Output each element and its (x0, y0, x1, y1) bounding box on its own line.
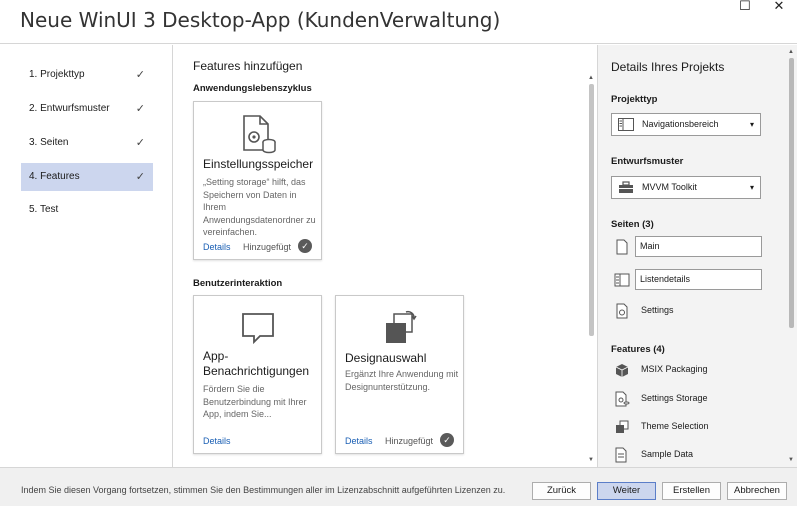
feature-name: Sample Data (641, 449, 694, 459)
feature-item-sample-data: Sample Data (611, 444, 763, 466)
added-check-icon: ✓ (298, 239, 312, 253)
added-label: Hinzugefügt (385, 436, 434, 446)
added-check-icon: ✓ (440, 433, 454, 447)
settings-storage-icon (243, 115, 276, 154)
step-seiten[interactable]: 3. Seiten ✓ (21, 129, 153, 157)
design-pattern-value: MVVM Toolkit (642, 182, 697, 192)
features-scrollbar[interactable]: ▲ ▼ (586, 72, 596, 464)
page-item-main: Main (611, 236, 763, 258)
page-name-input[interactable]: Listendetails (635, 269, 762, 290)
scroll-up-icon[interactable]: ▲ (586, 74, 596, 82)
maximize-icon[interactable]: ☐ (728, 0, 762, 14)
back-button[interactable]: Zurück (532, 482, 591, 500)
next-button[interactable]: Weiter (597, 482, 656, 500)
details-heading: Details Ihres Projekts (611, 60, 725, 74)
page-name: Settings (641, 305, 674, 315)
page-item-settings: Settings (611, 300, 763, 322)
scroll-up-icon[interactable]: ▲ (786, 48, 796, 56)
feature-card-einstellungsspeicher[interactable]: Einstellungsspeicher „Setting storage“ h… (193, 101, 322, 260)
step-projekttyp[interactable]: 1. Projekttyp ✓ (21, 61, 153, 89)
step-test[interactable]: 5. Test (21, 196, 153, 224)
feature-card-designauswahl[interactable]: Designauswahl Ergänzt Ihre Anwendung mit… (335, 295, 464, 454)
package-icon (615, 364, 629, 377)
details-link[interactable]: Details (345, 436, 373, 446)
settings-page-icon (616, 303, 628, 319)
step-label: 1. Projekttyp (29, 69, 85, 80)
project-details-panel: Details Ihres Projekts Projekttyp Naviga… (597, 45, 797, 467)
card-description: Fördern Sie die Benutzerbindung mit Ihre… (203, 384, 307, 419)
navigation-pane-icon (618, 118, 634, 131)
blank-page-icon (616, 239, 628, 255)
theme-selection-icon (616, 420, 629, 433)
check-icon: ✓ (135, 69, 145, 81)
step-entwurfsmuster[interactable]: 2. Entwurfsmuster ✓ (21, 95, 153, 123)
cancel-button[interactable]: Abbrechen (727, 482, 787, 500)
project-type-label: Projekttyp (611, 94, 658, 105)
step-label: 3. Seiten (29, 137, 69, 148)
theme-selection-icon (386, 310, 417, 343)
card-description: „Setting storage“ hilft, das Speichern v… (203, 177, 316, 237)
features-panel: Features hinzufügen Anwendungslebenszykl… (174, 45, 597, 467)
feature-item-msix: MSIX Packaging (611, 359, 763, 381)
create-button[interactable]: Erstellen (662, 482, 721, 500)
feature-name: Theme Selection (641, 421, 709, 431)
added-label: Hinzugefügt (243, 242, 292, 252)
page-heading: Features hinzufügen (193, 59, 303, 73)
project-type-select[interactable]: Navigationsbereich ▾ (611, 113, 761, 136)
step-label: 2. Entwurfsmuster (29, 103, 110, 114)
scroll-down-icon[interactable]: ▼ (586, 456, 596, 464)
project-type-value: Navigationsbereich (642, 119, 719, 129)
step-label: 5. Test (29, 204, 59, 215)
notification-icon (242, 313, 274, 345)
card-description: Ergänzt Ihre Anwendung mit Designunterst… (345, 369, 459, 392)
details-link[interactable]: Details (203, 242, 231, 252)
wizard-steps: 1. Projekttyp ✓ 2. Entwurfsmuster ✓ 3. S… (0, 45, 173, 467)
chevron-down-icon: ▾ (749, 183, 754, 192)
design-pattern-select[interactable]: MVVM Toolkit ▾ (611, 176, 761, 199)
settings-storage-icon (615, 391, 630, 407)
section-title: Anwendungslebenszyklus (193, 83, 312, 94)
card-title: Einstellungsspeicher (203, 157, 314, 171)
page-item-listendetails: Listendetails (611, 269, 763, 291)
sample-data-icon (615, 447, 627, 463)
close-icon[interactable]: ✕ (762, 0, 796, 14)
feature-item-settings-storage: Settings Storage (611, 388, 763, 410)
feature-name: MSIX Packaging (641, 364, 708, 374)
list-details-icon (614, 273, 630, 287)
check-icon: ✓ (135, 137, 145, 149)
chevron-down-icon: ▾ (749, 120, 754, 129)
feature-card-app-benachrichtigungen[interactable]: App-Benachrichtigungen Fördern Sie die B… (193, 295, 322, 454)
toolbox-icon (619, 181, 633, 193)
card-title: Designauswahl (345, 351, 427, 365)
step-label: 4. Features (29, 171, 80, 182)
scroll-thumb[interactable] (789, 58, 794, 328)
page-name-input[interactable]: Main (635, 236, 762, 257)
feature-item-theme-selection: Theme Selection (611, 416, 763, 438)
feature-name: Settings Storage (641, 393, 708, 403)
check-icon: ✓ (135, 171, 145, 183)
pages-label: Seiten (3) (611, 219, 654, 230)
title-bar: Neue WinUI 3 Desktop-App (KundenVerwaltu… (0, 0, 797, 44)
design-pattern-label: Entwurfsmuster (611, 156, 684, 167)
section-title: Benutzerinteraktion (193, 278, 283, 289)
window-title: Neue WinUI 3 Desktop-App (KundenVerwaltu… (20, 8, 501, 32)
step-features[interactable]: 4. Features ✓ (21, 163, 153, 191)
scroll-thumb[interactable] (589, 84, 594, 336)
features-label: Features (4) (611, 344, 665, 355)
details-link[interactable]: Details (203, 436, 231, 446)
card-title: App-Benachrichtigungen (203, 349, 310, 378)
check-icon: ✓ (135, 103, 145, 115)
footer-bar: Indem Sie diesen Vorgang fortsetzen, sti… (0, 467, 797, 506)
scroll-down-icon[interactable]: ▼ (786, 456, 796, 464)
details-scrollbar[interactable]: ▲ ▼ (786, 46, 796, 466)
license-notice: Indem Sie diesen Vorgang fortsetzen, sti… (21, 485, 506, 495)
